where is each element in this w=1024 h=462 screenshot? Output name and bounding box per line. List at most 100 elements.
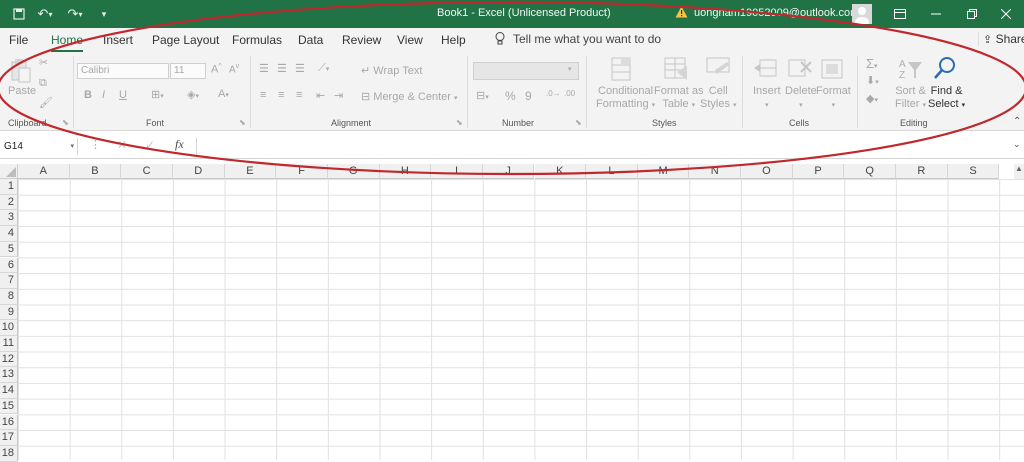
row-header-4[interactable]: 4 <box>0 226 18 242</box>
delete-cells-icon[interactable] <box>787 56 813 85</box>
share-button[interactable]: ⇪ Share <box>978 32 1024 46</box>
font-name-select[interactable]: Calibri <box>77 63 169 79</box>
font-color-icon[interactable]: A▾ <box>218 88 229 100</box>
underline-button[interactable]: U <box>119 89 127 101</box>
column-header-a[interactable]: A <box>18 164 70 179</box>
column-header-i[interactable]: I <box>431 164 483 179</box>
ribbon-display-options-icon[interactable] <box>882 0 918 28</box>
align-top-icon[interactable]: ☰ <box>259 62 269 75</box>
align-middle-icon[interactable]: ☰ <box>277 62 287 75</box>
tab-help[interactable]: Help <box>441 33 466 47</box>
decrease-decimal-icon[interactable]: .00 <box>564 89 575 98</box>
avatar[interactable] <box>852 4 872 24</box>
cut-icon[interactable]: ✂ <box>39 56 48 69</box>
insert-button[interactable]: Insert ▾ <box>753 85 781 112</box>
column-header-p[interactable]: P <box>792 164 845 179</box>
scroll-up-icon[interactable]: ▲ <box>1015 164 1023 173</box>
close-icon[interactable] <box>988 0 1024 28</box>
tab-home[interactable]: Home <box>51 33 84 52</box>
row-header-1[interactable]: 1 <box>0 179 18 195</box>
column-header-k[interactable]: K <box>534 164 587 179</box>
vertical-scrollbar[interactable]: ▲ <box>1014 164 1024 179</box>
wrap-text-button[interactable]: ↵ Wrap Text <box>361 64 422 77</box>
select-all-corner[interactable] <box>0 164 18 179</box>
format-as-table-icon[interactable] <box>663 56 689 85</box>
column-header-f[interactable]: F <box>276 164 328 179</box>
row-header-15[interactable]: 15 <box>0 398 18 415</box>
number-format-select[interactable]: ▾ <box>473 62 579 80</box>
row-header-18[interactable]: 18 <box>0 445 18 462</box>
align-bottom-icon[interactable]: ☰ <box>295 62 305 75</box>
format-cells-icon[interactable] <box>820 56 846 85</box>
column-header-c[interactable]: C <box>121 164 173 179</box>
fill-color-icon[interactable]: ◈▾ <box>187 88 199 101</box>
tab-insert[interactable]: Insert <box>103 33 133 47</box>
align-left-icon[interactable]: ≡ <box>260 89 266 101</box>
column-header-m[interactable]: M <box>637 164 690 179</box>
borders-icon[interactable]: ⊞▾ <box>151 88 164 101</box>
dialog-launcher-icon[interactable]: ⬊ <box>456 118 463 127</box>
column-header-o[interactable]: O <box>741 164 793 179</box>
row-header-14[interactable]: 14 <box>0 383 18 399</box>
row-header-10[interactable]: 10 <box>0 320 18 336</box>
tab-data[interactable]: Data <box>298 33 323 47</box>
cell-styles-icon[interactable] <box>705 56 731 85</box>
column-header-r[interactable]: R <box>896 164 948 179</box>
account-name[interactable]: uongnam19052009@outlook.com <box>694 7 859 19</box>
format-as-table-button[interactable]: Format as Table ▾ <box>654 85 704 112</box>
redo-icon[interactable]: ↷ ▾ <box>64 5 86 23</box>
decrease-indent-icon[interactable]: ⇤ <box>316 89 325 102</box>
row-header-13[interactable]: 13 <box>0 367 18 384</box>
tab-view[interactable]: View <box>397 33 423 47</box>
restore-icon[interactable] <box>954 0 990 28</box>
customize-quick-access-icon[interactable]: ▾ <box>98 5 110 23</box>
merge-center-button[interactable]: ⊟ Merge & Center ▾ <box>361 90 458 103</box>
tell-me-box[interactable]: Tell me what you want to do <box>495 32 661 46</box>
insert-cells-icon[interactable] <box>752 56 778 85</box>
sort-filter-button[interactable]: Sort & Filter ▾ <box>895 85 926 112</box>
find-select-icon[interactable] <box>932 55 958 86</box>
format-button[interactable]: Format ▾ <box>816 85 851 112</box>
orientation-icon[interactable]: ⟋▾ <box>318 62 329 75</box>
column-header-q[interactable]: Q <box>844 164 897 179</box>
row-header-6[interactable]: 6 <box>0 257 18 274</box>
dialog-launcher-icon[interactable]: ⬊ <box>239 118 246 127</box>
column-header-l[interactable]: L <box>586 164 638 179</box>
row-header-17[interactable]: 17 <box>0 430 18 446</box>
italic-button[interactable]: I <box>102 89 105 101</box>
dialog-launcher-icon[interactable]: ⬊ <box>575 118 582 127</box>
increase-decimal-icon[interactable]: .0→ <box>546 89 561 98</box>
tab-review[interactable]: Review <box>342 33 381 47</box>
delete-button[interactable]: Delete ▾ <box>785 85 817 112</box>
increase-indent-icon[interactable]: ⇥ <box>334 89 343 102</box>
column-header-d[interactable]: D <box>172 164 225 179</box>
row-header-7[interactable]: 7 <box>0 273 18 289</box>
collapse-ribbon-icon[interactable]: ⌃ <box>1013 116 1021 127</box>
column-header-e[interactable]: E <box>224 164 277 179</box>
sort-filter-icon[interactable]: AZ <box>898 56 924 85</box>
row-header-9[interactable]: 9 <box>0 304 18 321</box>
autosum-icon[interactable]: Σ▾ <box>866 56 878 71</box>
undo-icon[interactable]: ↶ ▾ <box>34 5 56 23</box>
find-select-button[interactable]: Find & Select ▾ <box>928 85 965 112</box>
row-header-5[interactable]: 5 <box>0 241 18 258</box>
align-right-icon[interactable]: ≡ <box>296 89 302 101</box>
column-header-n[interactable]: N <box>689 164 742 179</box>
cell-styles-button[interactable]: Cell Styles ▾ <box>700 85 737 112</box>
increase-font-icon[interactable]: A^ <box>211 63 222 76</box>
column-header-g[interactable]: G <box>327 164 380 179</box>
fill-icon[interactable]: ⬇▾ <box>866 74 879 87</box>
formula-input[interactable] <box>196 138 1011 155</box>
row-header-11[interactable]: 11 <box>0 336 18 352</box>
tab-page-layout[interactable]: Page Layout <box>152 33 219 47</box>
worksheet-grid[interactable]: A B C D E F G H I J K L M N O P Q R S 1 2 3 4 5 6 7 8 9 10 11 12 13 14 15… <box>0 164 1024 462</box>
accounting-format-icon[interactable]: ⊟▾ <box>476 89 489 102</box>
cell-area[interactable] <box>18 179 1024 460</box>
bold-button[interactable]: B <box>84 89 92 101</box>
row-header-2[interactable]: 2 <box>0 194 18 211</box>
row-header-8[interactable]: 8 <box>0 288 18 305</box>
tab-formulas[interactable]: Formulas <box>232 33 282 47</box>
column-header-j[interactable]: J <box>482 164 535 179</box>
format-painter-icon[interactable]: 🖌 <box>39 96 53 109</box>
decrease-font-icon[interactable]: Av <box>229 63 239 75</box>
